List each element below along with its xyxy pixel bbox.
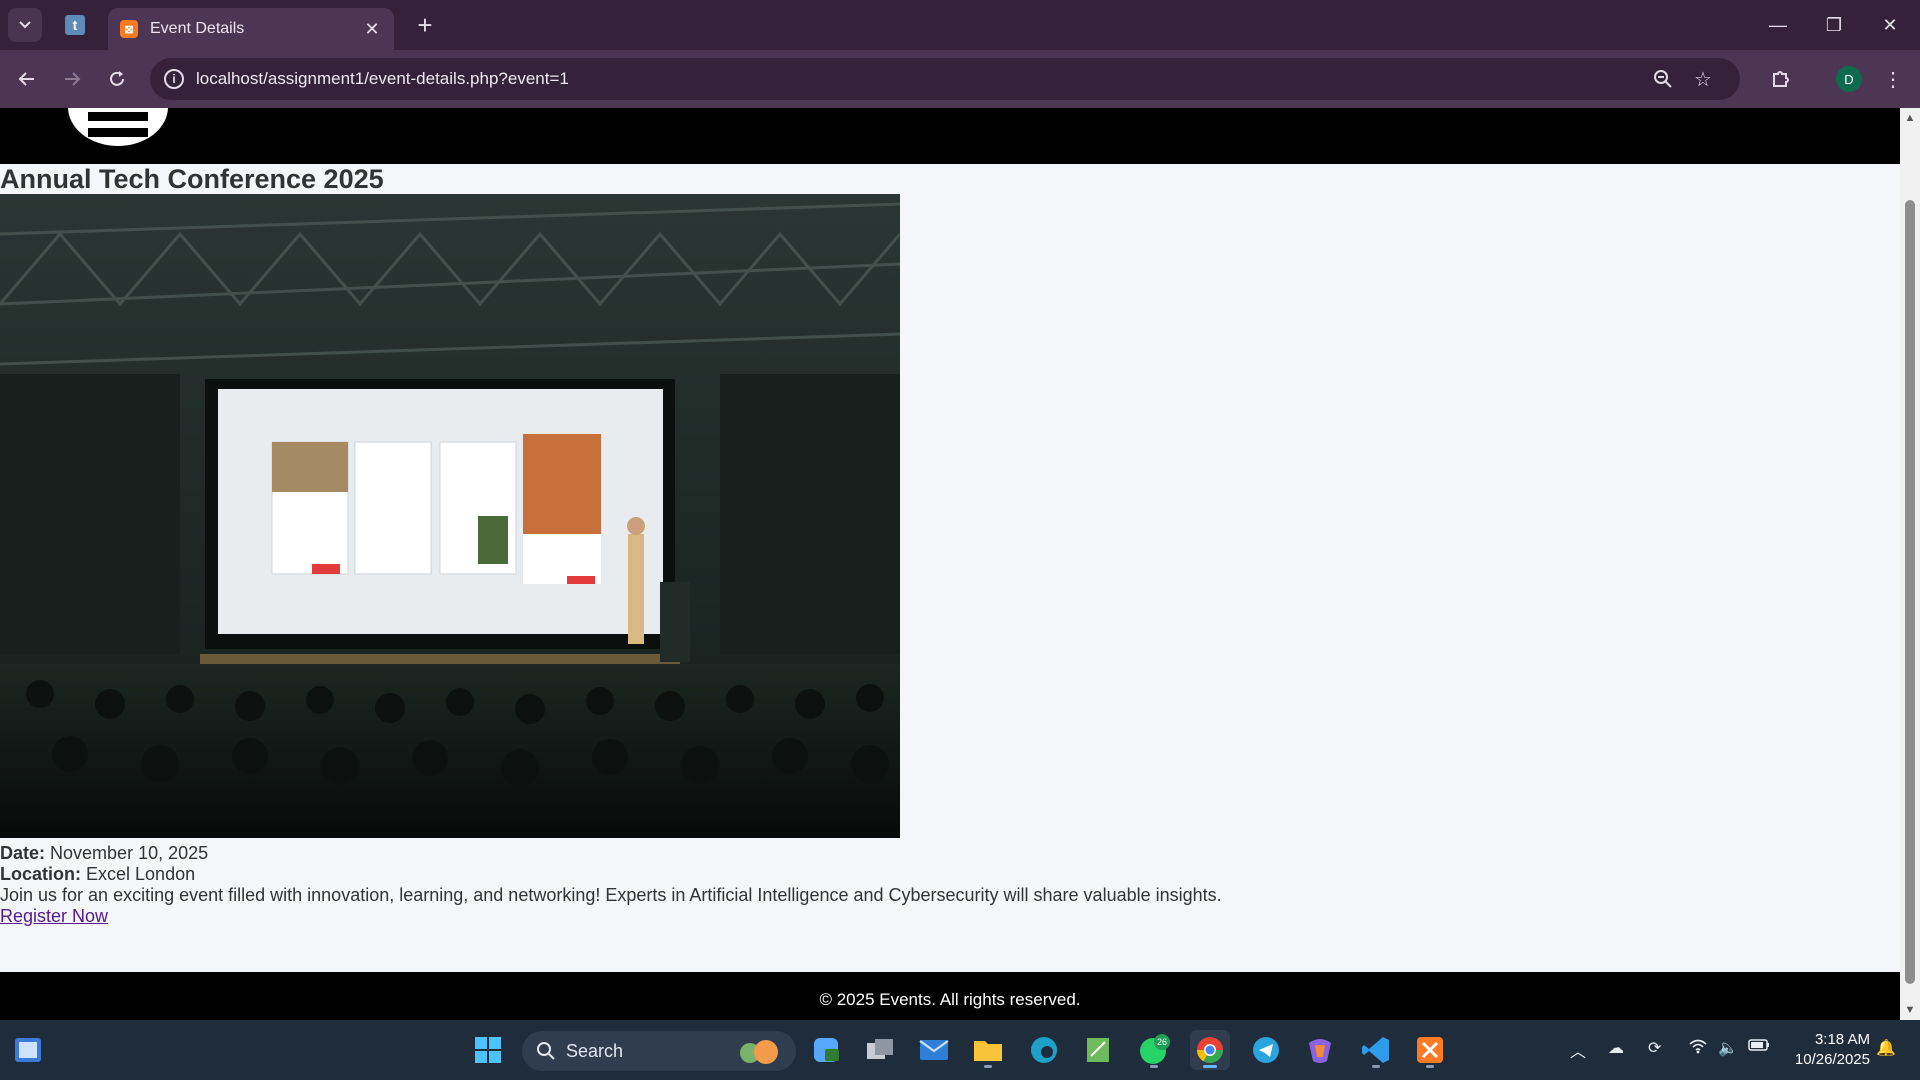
running-indicator	[1150, 1065, 1158, 1068]
star-icon[interactable]: ☆	[1690, 66, 1716, 92]
event-image	[0, 194, 900, 838]
new-tab-button[interactable]: +	[410, 10, 440, 40]
kebab-menu-icon[interactable]: ⋮	[1880, 66, 1906, 92]
scroll-down-arrow-icon[interactable]: ▼	[1904, 1004, 1916, 1016]
system-clock[interactable]: 3:18 AM 10/26/2025	[1780, 1030, 1870, 1070]
taskbar-search[interactable]: Search	[522, 1031, 796, 1071]
tab-title: Event Details	[150, 20, 245, 37]
event-date: November 10, 2025	[50, 843, 209, 863]
back-button[interactable]	[10, 62, 44, 96]
show-hidden-icons-icon[interactable]: ︿	[1570, 1038, 1586, 1062]
vscode-icon[interactable]	[1356, 1030, 1396, 1070]
event-location: Excel London	[86, 864, 196, 884]
scroll-up-arrow-icon[interactable]: ▲	[1904, 112, 1916, 124]
url-text[interactable]: localhost/assignment1/event-details.php?…	[196, 69, 569, 89]
reload-button[interactable]	[100, 62, 134, 96]
notification-bell-icon[interactable]: 🔔	[1876, 1038, 1896, 1058]
location-label: Location:	[0, 864, 81, 884]
date-line: Date: November 10, 2025	[0, 843, 1222, 864]
tab-favicon: t	[65, 15, 85, 35]
site-header	[0, 108, 1900, 164]
close-window-button[interactable]: ✕	[1862, 0, 1918, 50]
widgets-icon[interactable]	[8, 1030, 48, 1070]
clock-time: 3:18 AM	[1814, 1031, 1870, 1048]
task-view-icon[interactable]	[860, 1030, 900, 1070]
puzzle-icon[interactable]	[1768, 66, 1794, 92]
active-tab[interactable]: ⊠ Event Details ✕	[108, 8, 394, 50]
clock-date: 10/26/2025	[1794, 1051, 1870, 1068]
xampp-favicon-icon: ⊠	[120, 20, 138, 38]
page-scrollbar[interactable]: ▲ ▼	[1900, 108, 1920, 1020]
register-now-link[interactable]: Register Now	[0, 906, 108, 926]
scroll-thumb[interactable]	[1905, 200, 1915, 984]
notepad-icon[interactable]	[1078, 1030, 1118, 1070]
active-indicator	[1203, 1065, 1217, 1068]
running-indicator	[984, 1065, 992, 1068]
pinned-tab[interactable]: t	[58, 12, 92, 38]
site-info-icon[interactable]: i	[164, 69, 184, 89]
browser-tab-bar: t ⊠ Event Details ✕ + — ❐ ✕	[0, 0, 1920, 50]
browser-toolbar: i localhost/assignment1/event-details.ph…	[0, 50, 1920, 108]
address-bar[interactable]: i localhost/assignment1/event-details.ph…	[150, 58, 1740, 100]
event-title: Annual Tech Conference 2025	[0, 164, 384, 194]
mail-icon[interactable]	[914, 1030, 954, 1070]
footer-copyright: © 2025 Events. All rights reserved.	[819, 990, 1081, 1009]
date-label: Date:	[0, 843, 46, 863]
forward-button[interactable]	[55, 62, 89, 96]
page-viewport: Annual Tech Conference 2025 Date: Novemb…	[0, 108, 1900, 1020]
back-arrow-icon	[18, 72, 34, 86]
onedrive-icon[interactable]: ☁	[1608, 1038, 1624, 1058]
sync-icon[interactable]: ⟳	[1648, 1038, 1661, 1058]
running-indicator	[1426, 1065, 1434, 1068]
restore-button[interactable]: ❐	[1806, 0, 1862, 50]
telegram-icon[interactable]	[1246, 1030, 1286, 1070]
conference-photo	[0, 194, 900, 838]
windows-taskbar: Search 26 ︿ ☁ ⟳ 🔈 3:18 AM 10/26/2025 🔔	[0, 1020, 1920, 1080]
whatsapp-icon[interactable]: 26	[1134, 1030, 1174, 1070]
whatsapp-badge: 26	[1157, 1037, 1167, 1047]
event-description: Join us for an exciting event filled wit…	[0, 885, 1222, 905]
reload-icon	[110, 71, 124, 86]
minimize-button[interactable]: —	[1750, 0, 1806, 50]
file-explorer-icon[interactable]	[968, 1030, 1008, 1070]
site-footer: © 2025 Events. All rights reserved.	[0, 972, 1900, 1020]
search-icon	[537, 1042, 555, 1060]
profile-avatar[interactable]: D	[1836, 66, 1862, 92]
peach-emoji-icon	[740, 1040, 778, 1064]
edge-icon[interactable]	[1024, 1030, 1064, 1070]
running-indicator	[1372, 1065, 1380, 1068]
battery-icon[interactable]	[1748, 1038, 1770, 1057]
xampp-icon[interactable]	[1410, 1030, 1450, 1070]
search-label: Search	[566, 1041, 624, 1061]
chrome-icon[interactable]	[1190, 1030, 1230, 1070]
tab-list-button[interactable]	[8, 8, 42, 42]
wifi-icon[interactable]	[1688, 1038, 1708, 1059]
copilot-icon[interactable]	[1300, 1030, 1340, 1070]
tab-close-icon[interactable]: ✕	[362, 19, 382, 40]
zoom-icon[interactable]	[1650, 66, 1676, 92]
volume-icon[interactable]: 🔈	[1718, 1038, 1738, 1058]
event-details: Date: November 10, 2025 Location: Excel …	[0, 843, 1222, 927]
site-logo[interactable]	[68, 108, 168, 146]
location-line: Location: Excel London	[0, 864, 1222, 885]
forward-arrow-icon	[65, 72, 81, 86]
copilot-pre-icon[interactable]	[806, 1030, 846, 1070]
start-windows-icon[interactable]	[468, 1030, 508, 1070]
chevron-down-icon	[19, 21, 31, 29]
